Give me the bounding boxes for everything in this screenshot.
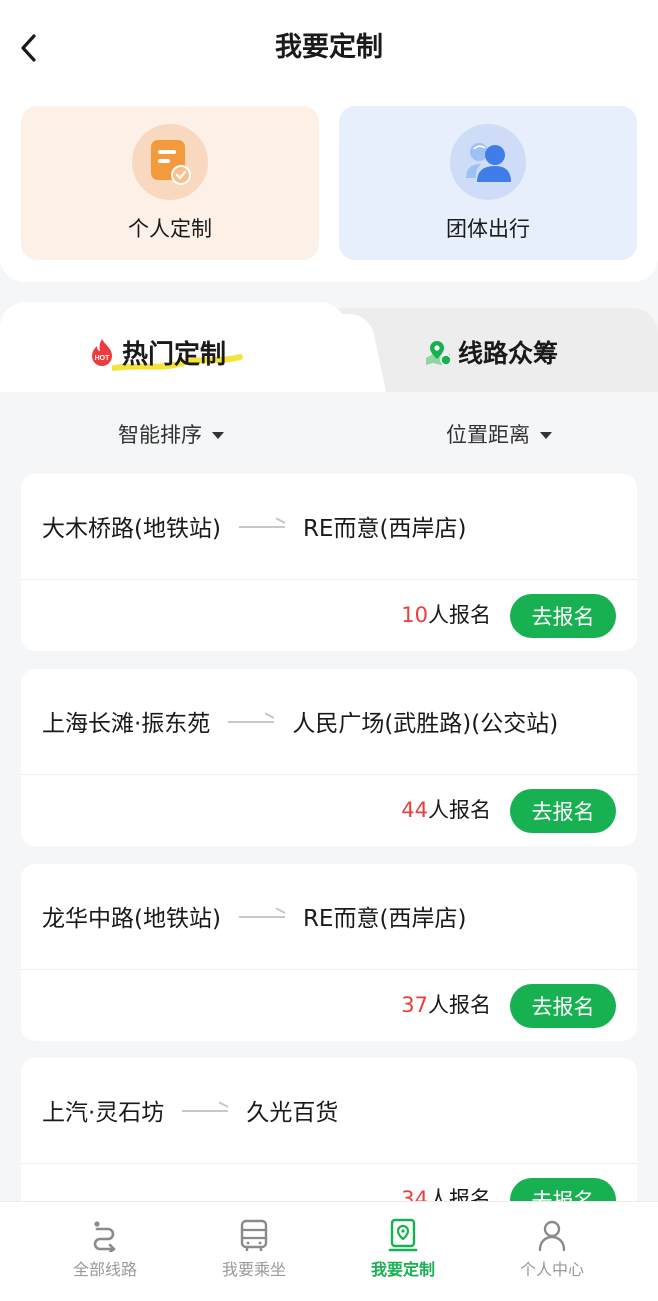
signup-count-number: 37 <box>401 993 428 1017</box>
signup-button[interactable]: 去报名 <box>510 594 616 638</box>
distance-sort-label: 位置距离 <box>446 423 530 447</box>
tabbar-item-all-routes[interactable]: 全部线路 <box>35 1202 175 1301</box>
group-travel-label: 团体出行 <box>446 217 530 241</box>
page-title: 我要定制 <box>275 32 383 63</box>
route-from: 上汽·灵石坊 <box>42 1100 165 1126</box>
tabbar-label: 我要乘坐 <box>221 1260 286 1279</box>
arrow-right-icon <box>182 1105 229 1115</box>
tab-route-crowdfunding[interactable]: 线路众筹 <box>424 330 558 374</box>
tab-hot-custom[interactable]: HOT 热门定制 <box>88 330 226 374</box>
route-to: RE而意(西岸店) <box>302 516 467 542</box>
arrow-right-icon <box>238 911 285 921</box>
tabbar-label: 个人中心 <box>519 1260 584 1279</box>
route-from: 大木桥路(地铁站) <box>42 516 221 542</box>
signup-count: 10人报名 <box>401 598 491 632</box>
route-from: 龙华中路(地铁站) <box>42 906 221 932</box>
signup-count: 37人报名 <box>401 988 491 1022</box>
route-card[interactable]: 上海长滩·振东苑 人民广场(武胜路)(公交站) 44人报名 去报名 <box>21 669 637 846</box>
sort-bar: 智能排序 位置距离 <box>0 392 658 472</box>
user-icon <box>538 1220 566 1252</box>
card-divider <box>21 774 637 775</box>
tabbar-label: 我要定制 <box>370 1260 435 1279</box>
group-travel-card[interactable]: 团体出行 <box>339 106 637 260</box>
map-pin-icon <box>426 341 452 366</box>
signup-count: 44人报名 <box>401 793 491 827</box>
caret-down-icon <box>212 431 224 439</box>
route-to: 久光百货 <box>246 1100 339 1126</box>
tabs-bar: HOT 热门定制 线路众筹 <box>0 302 658 412</box>
arrow-right-icon <box>228 716 275 726</box>
tabbar-item-custom[interactable]: 我要定制 <box>333 1202 473 1301</box>
tabbar-label: 全部线路 <box>72 1260 137 1279</box>
personal-custom-label: 个人定制 <box>128 217 212 241</box>
route-card[interactable]: 龙华中路(地铁站) RE而意(西岸店) 37人报名 去报名 <box>21 864 637 1041</box>
route-from: 上海长滩·振东苑 <box>42 711 211 737</box>
bus-icon <box>240 1219 268 1251</box>
smart-sort-label: 智能排序 <box>118 423 202 447</box>
signup-button[interactable]: 去报名 <box>510 984 616 1028</box>
route-line: 大木桥路(地铁站) RE而意(西岸店) <box>42 506 627 546</box>
route-to: RE而意(西岸店) <box>302 906 467 932</box>
route-line: 上汽·灵石坊 久光百货 <box>42 1090 627 1130</box>
card-divider <box>21 1163 637 1164</box>
card-divider <box>21 969 637 970</box>
signup-count-number: 10 <box>401 603 428 627</box>
group-users-icon <box>466 143 511 182</box>
signup-count-suffix: 人报名 <box>428 603 491 627</box>
header: 我要定制 <box>0 0 658 96</box>
route-icon <box>93 1221 116 1252</box>
route-line: 龙华中路(地铁站) RE而意(西岸店) <box>42 896 627 936</box>
card-divider <box>21 579 637 580</box>
tab-hot-custom-label: 热门定制 <box>122 339 227 370</box>
signup-count-number: 44 <box>401 798 428 822</box>
signup-button[interactable]: 去报名 <box>510 789 616 833</box>
personal-icon-circle <box>132 124 208 200</box>
tab-route-crowdfunding-label: 线路众筹 <box>458 339 559 368</box>
smart-sort-dropdown[interactable]: 智能排序 <box>118 420 224 450</box>
arrow-right-icon <box>238 521 285 531</box>
route-card[interactable]: 大木桥路(地铁站) RE而意(西岸店) 10人报名 去报名 <box>21 474 637 651</box>
tabbar-item-ride[interactable]: 我要乘坐 <box>184 1202 324 1301</box>
personal-custom-card[interactable]: 个人定制 <box>21 106 319 260</box>
signup-count-suffix: 人报名 <box>428 993 491 1017</box>
bottom-tab-bar: 全部线路 我要乘坐 我要定制 个人中心 <box>0 1201 658 1301</box>
route-line: 上海长滩·振东苑 人民广场(武胜路)(公交站) <box>42 701 627 741</box>
tabbar-item-profile[interactable]: 个人中心 <box>482 1202 622 1301</box>
route-list-section: 智能排序 位置距离 大木桥路(地铁站) RE而意(西岸店) 10人报名 去报名 … <box>0 392 658 1235</box>
hot-badge-text: HOT <box>95 355 111 362</box>
signup-count-suffix: 人报名 <box>428 798 491 822</box>
custom-icon <box>388 1218 418 1252</box>
distance-sort-dropdown[interactable]: 位置距离 <box>446 420 552 450</box>
document-check-icon <box>151 140 191 185</box>
group-icon-circle <box>450 124 526 200</box>
caret-down-icon <box>540 431 552 439</box>
route-to: 人民广场(武胜路)(公交站) <box>292 711 559 737</box>
custom-type-section: 个人定制 团体出行 <box>0 96 658 282</box>
